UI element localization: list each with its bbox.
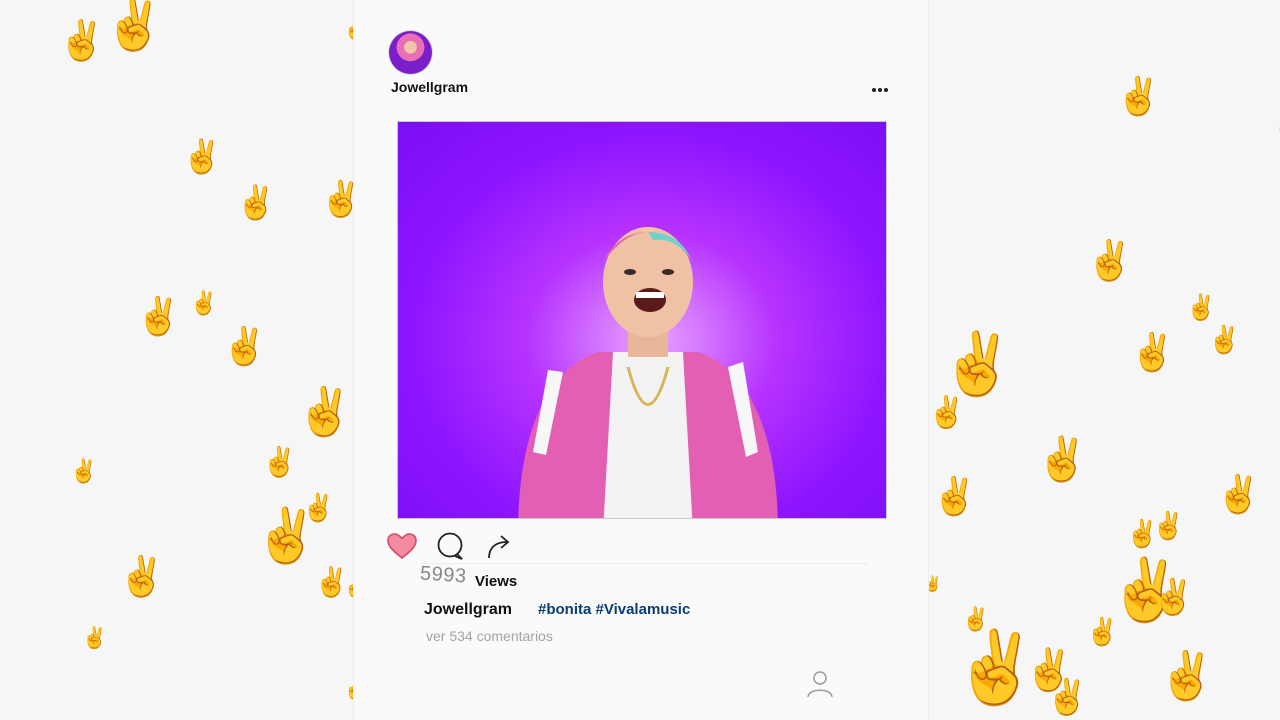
victory-hand-emoji: ✌ — [104, 0, 164, 52]
more-dots-icon[interactable] — [869, 80, 891, 100]
profile-icon[interactable] — [805, 669, 835, 699]
victory-hand-emoji: ✌ — [58, 20, 106, 62]
victory-hand-emoji: ✌ — [296, 385, 354, 437]
victory-hand-emoji: ✌ — [118, 556, 166, 598]
caption-username[interactable]: Jowellgram — [424, 601, 512, 619]
victory-hand-emoji: ✌ — [962, 606, 990, 631]
view-comments-link[interactable]: ver 534 comentarios — [426, 628, 553, 644]
victory-hand-emoji: ✌ — [1186, 294, 1216, 321]
victory-hand-emoji: ✌ — [1130, 331, 1175, 372]
victory-hand-emoji: ✌ — [182, 138, 222, 174]
victory-hand-emoji: ✌ — [262, 446, 297, 477]
victory-hand-emoji: ✌ — [190, 290, 218, 315]
victory-hand-emoji: ✌ — [1158, 649, 1216, 701]
heart-icon[interactable] — [386, 532, 418, 560]
person-figure — [518, 227, 778, 518]
views-count: 5993 — [419, 562, 468, 588]
victory-hand-emoji: ✌ — [1116, 75, 1161, 116]
avatar[interactable] — [389, 31, 432, 74]
victory-hand-emoji: ✌ — [1036, 435, 1089, 482]
victory-hand-emoji: ✌ — [940, 330, 1015, 397]
caption-hashtags[interactable]: #bonita #Vivalamusic — [538, 601, 690, 618]
victory-hand-emoji: ✌ — [1152, 578, 1195, 616]
victory-hand-emoji: ✌ — [222, 325, 267, 366]
divider — [420, 563, 868, 564]
post-media[interactable] — [397, 121, 887, 519]
victory-hand-emoji: ✌ — [254, 507, 319, 565]
victory-hand-emoji: ✌ — [1216, 473, 1261, 514]
victory-hand-emoji: ✌ — [1086, 616, 1119, 646]
victory-hand-emoji: ✌ — [1276, 120, 1280, 134]
victory-hand-emoji: ✌ — [1152, 510, 1185, 540]
victory-hand-emoji: ✌ — [136, 295, 181, 336]
share-arrow-icon[interactable] — [485, 532, 513, 560]
victory-hand-emoji: ✌ — [932, 475, 977, 516]
victory-hand-emoji: ✌ — [1086, 240, 1134, 282]
victory-hand-emoji: ✌ — [1046, 678, 1089, 716]
victory-hand-emoji: ✌ — [236, 184, 276, 220]
victory-hand-emoji: ✌ — [70, 458, 98, 483]
victory-hand-emoji: ✌ — [82, 627, 107, 649]
victory-hand-emoji: ✌ — [1208, 324, 1241, 354]
post-username[interactable]: Jowellgram — [391, 79, 468, 95]
comment-bubble-icon[interactable] — [435, 531, 465, 561]
victory-hand-emoji: ✌ — [928, 396, 966, 429]
views-label: Views — [475, 573, 518, 590]
